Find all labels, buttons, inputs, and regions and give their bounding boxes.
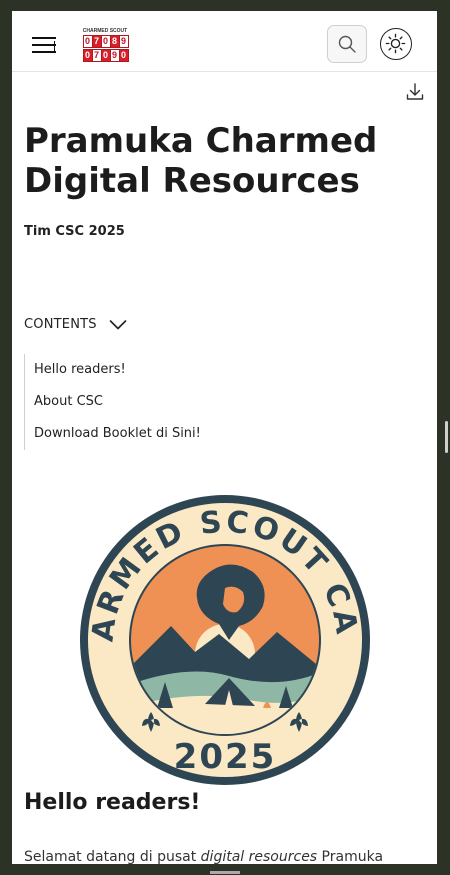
site-logo[interactable]: CHARMED SCOUT 0708907090	[81, 28, 129, 63]
download-button[interactable]	[405, 82, 425, 102]
toc-item-download-booklet[interactable]: Download Booklet di Sini!	[34, 426, 201, 441]
download-icon	[406, 83, 424, 100]
hamburger-icon	[32, 37, 56, 39]
logo-digits: 0708907090	[81, 35, 129, 63]
page: CHARMED SCOUT 0708907090 Pramuka Charmed…	[12, 11, 437, 864]
bottom-handle	[210, 871, 240, 874]
search-button[interactable]	[327, 25, 367, 63]
chevron-down-icon	[109, 319, 127, 329]
text-cursor-icon	[54, 41, 55, 53]
intro-paragraph: Selamat datang di pusat digital resource…	[24, 849, 384, 864]
table-of-contents: Hello readers! About CSC Download Bookle…	[24, 354, 275, 450]
contents-toggle[interactable]: CONTENTS	[24, 317, 127, 332]
scrollbar-thumb[interactable]	[445, 421, 448, 453]
logo-digit: 0	[118, 49, 129, 62]
sun-icon	[385, 33, 406, 54]
toc-item-about-csc[interactable]: About CSC	[34, 394, 103, 409]
toc-item-hello-readers[interactable]: Hello readers!	[34, 362, 126, 377]
menu-button[interactable]	[32, 33, 60, 55]
logo-digit: 9	[118, 35, 129, 48]
search-icon	[338, 35, 356, 53]
contents-label: CONTENTS	[24, 317, 97, 332]
top-navbar: CHARMED SCOUT 0708907090	[12, 11, 437, 72]
section-heading: Hello readers!	[24, 790, 201, 815]
camp-badge-image: CHARMED SCOUT CAMP 2025	[79, 494, 370, 785]
logo-title: CHARMED SCOUT	[82, 28, 128, 34]
theme-toggle-button[interactable]	[380, 28, 412, 60]
badge-year: 2025	[174, 737, 277, 777]
author-name: Tim CSC 2025	[24, 224, 125, 239]
page-title: Pramuka Charmed Digital Resources	[24, 121, 378, 201]
